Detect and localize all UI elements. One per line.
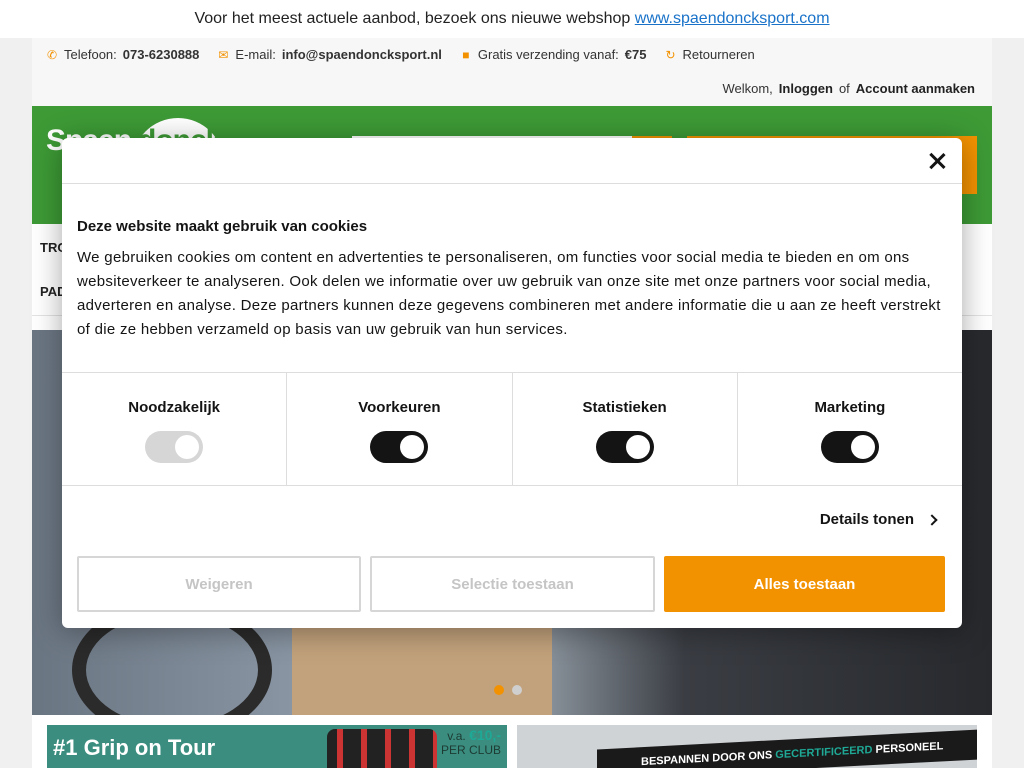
banner-text: Voor het meest actuele aanbod, bezoek on… — [194, 10, 631, 27]
or-text: of — [838, 81, 850, 96]
email-label: E-mail: — [235, 47, 276, 62]
site-announcement-banner: Voor het meest actuele aanbod, bezoek on… — [0, 0, 1024, 38]
envelope-icon: ✉ — [218, 47, 229, 62]
category-label: Voorkeuren — [358, 399, 441, 416]
refresh-icon: ↻ — [665, 47, 676, 62]
category-label: Noodzakelijk — [128, 399, 220, 416]
phone-label: Telefoon: — [64, 47, 117, 62]
shipping-label: Gratis verzending vanaf: — [477, 47, 619, 62]
statistics-toggle[interactable] — [595, 431, 654, 463]
show-details-link[interactable]: Details tonen — [819, 511, 938, 528]
email-info[interactable]: ✉ E-mail: info@spaendoncksport.nl — [217, 47, 442, 62]
allow-all-button[interactable]: Alles toestaan — [664, 556, 945, 612]
new-webshop-link[interactable]: www.spaendoncksport.com — [635, 10, 830, 27]
promo-text-b: GECERTIFICEERD — [775, 744, 873, 762]
promo-grips-price: v.a. €10,- PER CLUB — [441, 728, 501, 757]
shipping-info: ■ Gratis verzending vanaf: €75 — [460, 47, 647, 62]
promo-banner-stringing[interactable]: BESPANNEN DOOR ONS GECERTIFICEERD PERSON… — [517, 725, 977, 768]
allow-selection-button[interactable]: Selectie toestaan — [370, 556, 655, 612]
category-label: Marketing — [814, 399, 886, 416]
cookie-description: We gebruiken cookies om content en adver… — [77, 249, 941, 338]
phone-icon: ✆ — [46, 47, 58, 62]
close-icon[interactable] — [926, 150, 948, 172]
promo-grips-title: #1 Grip on Tour — [53, 735, 216, 760]
create-account-link[interactable]: Account aanmaken — [856, 81, 975, 96]
details-label: Details tonen — [819, 511, 914, 528]
phone-info[interactable]: ✆ Telefoon: 073-6230888 — [46, 47, 199, 62]
account-links: Welkom, Inloggen of Account aanmaken — [722, 81, 975, 96]
refuse-button[interactable]: Weigeren — [77, 556, 361, 612]
carousel-dot[interactable] — [494, 685, 504, 695]
promo-banner-grips[interactable]: #1 Grip on Tour v.a. €10,- PER CLUB — [47, 725, 507, 768]
price-prefix: v.a. — [447, 729, 466, 743]
cookie-title: Deze website maakt gebruik van cookies — [77, 218, 368, 235]
carousel-dot[interactable] — [512, 685, 522, 695]
returns-label: Retourneren — [682, 47, 755, 62]
login-link[interactable]: Inloggen — [779, 81, 833, 96]
category-necessary: Noodzakelijk — [62, 373, 288, 485]
cookie-categories: Noodzakelijk Voorkeuren Statistieken Mar… — [62, 372, 962, 486]
price-suffix: PER CLUB — [440, 743, 501, 757]
info-bar: ✆ Telefoon: 073-6230888 ✉ E-mail: info@s… — [32, 38, 992, 106]
welcome-text: Welkom, — [722, 81, 773, 96]
price-value: €10,- — [469, 727, 501, 743]
truck-icon: ■ — [462, 47, 470, 62]
dialog-header — [62, 138, 962, 184]
category-marketing: Marketing — [738, 373, 962, 485]
grips-image — [327, 729, 437, 768]
shipping-value: €75 — [624, 47, 647, 62]
email-address: info@spaendoncksport.nl — [281, 47, 442, 62]
phone-number: 073-6230888 — [122, 47, 200, 62]
promo-text-c: PERSONEEL — [875, 740, 944, 756]
category-statistics: Statistieken — [513, 373, 738, 485]
chevron-right-icon — [926, 513, 938, 526]
category-preferences: Voorkeuren — [287, 373, 513, 485]
necessary-toggle — [145, 431, 204, 463]
promo-stringing-text: BESPANNEN DOOR ONS GECERTIFICEERD PERSON… — [597, 728, 977, 768]
marketing-toggle[interactable] — [820, 431, 879, 463]
carousel-dots — [494, 685, 522, 695]
category-label: Statistieken — [582, 399, 667, 416]
cookie-consent-dialog: Deze website maakt gebruik van cookies W… — [62, 138, 962, 628]
promo-text-a: BESPANNEN DOOR ONS — [641, 749, 773, 768]
preferences-toggle[interactable] — [370, 431, 429, 463]
returns-link[interactable]: ↻ Retourneren — [665, 47, 755, 62]
